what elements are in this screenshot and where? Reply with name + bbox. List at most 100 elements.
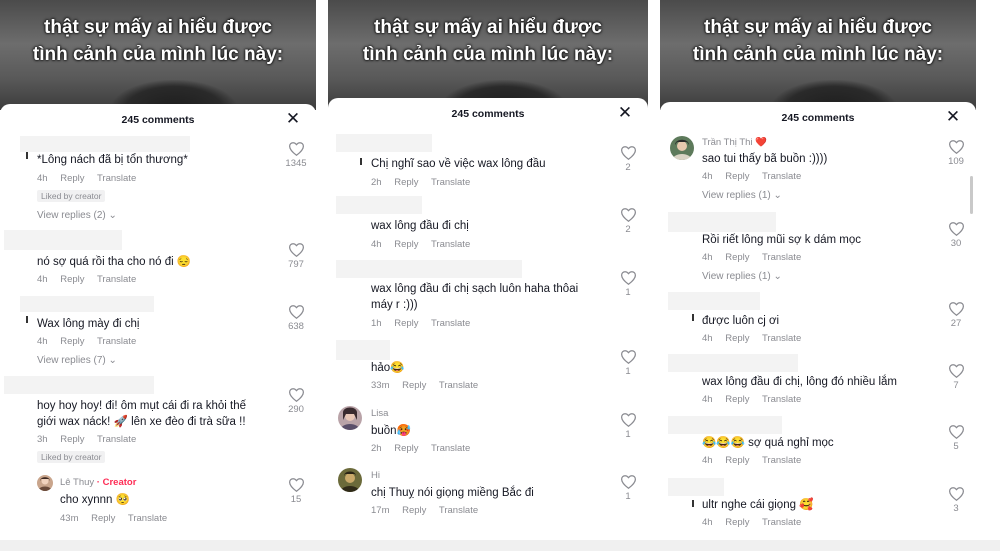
reply-button[interactable]: Reply bbox=[60, 274, 84, 285]
like-button[interactable]: 2 bbox=[614, 146, 642, 173]
reply-button[interactable]: Reply bbox=[60, 434, 84, 445]
translate-button[interactable]: Translate bbox=[431, 318, 470, 329]
like-button[interactable]: 15 bbox=[282, 478, 310, 505]
like-button[interactable]: 797 bbox=[282, 243, 310, 270]
reply-button[interactable]: Reply bbox=[91, 513, 115, 524]
comment-time: 4h bbox=[702, 333, 713, 344]
view-replies-label: View replies (7) bbox=[37, 355, 106, 366]
comment-meta: 4h Reply Translate bbox=[702, 171, 811, 182]
comment-time: 4h bbox=[37, 336, 48, 347]
like-button[interactable]: 638 bbox=[282, 305, 310, 332]
like-button[interactable]: 1 bbox=[614, 413, 642, 440]
like-button[interactable]: 5 bbox=[942, 425, 970, 452]
heart-icon bbox=[288, 388, 304, 402]
heart-icon bbox=[620, 271, 636, 285]
like-button[interactable]: 1 bbox=[614, 475, 642, 502]
translate-button[interactable]: Translate bbox=[762, 394, 801, 405]
avatar[interactable] bbox=[338, 468, 362, 492]
reply-button[interactable]: Reply bbox=[394, 318, 418, 329]
like-button[interactable]: 1 bbox=[614, 350, 642, 377]
heart-icon bbox=[948, 364, 964, 378]
translate-button[interactable]: Translate bbox=[762, 171, 801, 182]
heart-icon bbox=[620, 208, 636, 222]
like-button[interactable]: 7 bbox=[942, 364, 970, 391]
translate-button[interactable]: Translate bbox=[97, 434, 136, 445]
translate-button[interactable]: Translate bbox=[431, 239, 470, 250]
reply-button[interactable]: Reply bbox=[402, 505, 426, 516]
reply-button[interactable]: Reply bbox=[402, 380, 426, 391]
translate-button[interactable]: Translate bbox=[762, 333, 801, 344]
comment-meta: 4h Reply Translate bbox=[702, 333, 811, 344]
avatar[interactable] bbox=[338, 406, 362, 430]
caption-line: tình cảnh của mình lúc này: bbox=[362, 44, 614, 65]
translate-button[interactable]: Translate bbox=[97, 336, 136, 347]
like-button[interactable]: 1345 bbox=[282, 142, 310, 169]
comment-username[interactable]: Trần Thị Thi ❤️ bbox=[702, 137, 767, 148]
view-replies-link[interactable]: View replies (1) ⌄ bbox=[702, 190, 782, 201]
like-count: 2 bbox=[625, 224, 631, 235]
translate-button[interactable]: Translate bbox=[439, 380, 478, 391]
comment-username[interactable]: Lisa bbox=[371, 408, 388, 419]
like-button[interactable]: 1 bbox=[614, 271, 642, 298]
comment-text: wax lông đầu đi chị, lông đó nhiều lắm bbox=[702, 376, 897, 388]
like-count: 1345 bbox=[285, 158, 307, 169]
avatar[interactable] bbox=[37, 475, 53, 491]
translate-button[interactable]: Translate bbox=[762, 517, 801, 528]
reply-button[interactable]: Reply bbox=[725, 394, 749, 405]
like-count: 1 bbox=[625, 366, 631, 377]
comment-meta: 2h Reply Translate bbox=[371, 443, 480, 454]
avatar-image bbox=[338, 406, 362, 430]
view-replies-link[interactable]: View replies (7) ⌄ bbox=[37, 355, 117, 366]
reply-button[interactable]: Reply bbox=[725, 455, 749, 466]
comment-username[interactable]: Hi bbox=[371, 470, 380, 481]
view-replies-link[interactable]: View replies (1) ⌄ bbox=[702, 271, 782, 282]
translate-button[interactable]: Translate bbox=[439, 505, 478, 516]
heart-icon bbox=[620, 350, 636, 364]
like-button[interactable]: 3 bbox=[942, 487, 970, 514]
blurred-username bbox=[668, 354, 798, 372]
reply-button[interactable]: Reply bbox=[394, 177, 418, 188]
reply-button[interactable]: Reply bbox=[60, 173, 84, 184]
comment-text: cho xynnn 🥺 bbox=[60, 494, 130, 506]
like-count: 1 bbox=[625, 491, 631, 502]
reply-button[interactable]: Reply bbox=[394, 443, 418, 454]
view-replies-link[interactable]: View replies (2) ⌄ bbox=[37, 210, 117, 221]
comment-username[interactable]: Lê Thuy · Creator bbox=[60, 477, 136, 488]
translate-button[interactable]: Translate bbox=[97, 274, 136, 285]
translate-button[interactable]: Translate bbox=[431, 443, 470, 454]
blurred-username bbox=[668, 292, 760, 310]
close-icon[interactable]: ✕ bbox=[944, 108, 962, 126]
scrollbar-thumb[interactable] bbox=[970, 176, 973, 214]
translate-button[interactable]: Translate bbox=[97, 173, 136, 184]
heart-icon bbox=[620, 146, 636, 160]
close-icon[interactable]: ✕ bbox=[284, 110, 302, 128]
reply-button[interactable]: Reply bbox=[725, 252, 749, 263]
reply-button[interactable]: Reply bbox=[394, 239, 418, 250]
translate-button[interactable]: Translate bbox=[128, 513, 167, 524]
comment-time: 17m bbox=[371, 505, 390, 516]
comment-meta: 4h Reply Translate bbox=[702, 252, 811, 263]
like-button[interactable]: 27 bbox=[942, 302, 970, 329]
caption-line: tình cảnh của mình lúc này: bbox=[692, 44, 944, 65]
like-button[interactable]: 290 bbox=[282, 388, 310, 415]
avatar[interactable] bbox=[670, 136, 694, 160]
translate-button[interactable]: Translate bbox=[762, 252, 801, 263]
reply-button[interactable]: Reply bbox=[60, 336, 84, 347]
comment-text: chị Thuỵ nói giọng miềng Bắc đi bbox=[371, 487, 534, 499]
comment-text: wax lông đầu đi chị sạch luôn haha thôai… bbox=[371, 281, 578, 313]
translate-button[interactable]: Translate bbox=[762, 455, 801, 466]
like-button[interactable]: 109 bbox=[942, 140, 970, 167]
like-count: 1 bbox=[625, 429, 631, 440]
like-button[interactable]: 30 bbox=[942, 222, 970, 249]
translate-button[interactable]: Translate bbox=[431, 177, 470, 188]
blurred-username bbox=[20, 136, 190, 152]
close-icon[interactable]: ✕ bbox=[616, 104, 634, 122]
like-count: 3 bbox=[953, 503, 959, 514]
reply-button[interactable]: Reply bbox=[725, 171, 749, 182]
comment-text: hảo😂 bbox=[371, 362, 405, 374]
reply-button[interactable]: Reply bbox=[725, 333, 749, 344]
comment-text: 😂😂😂 sợ quá nghỉ mọc bbox=[702, 437, 834, 449]
reply-button[interactable]: Reply bbox=[725, 517, 749, 528]
comment-meta: 4h Reply Translate bbox=[702, 455, 811, 466]
like-button[interactable]: 2 bbox=[614, 208, 642, 235]
